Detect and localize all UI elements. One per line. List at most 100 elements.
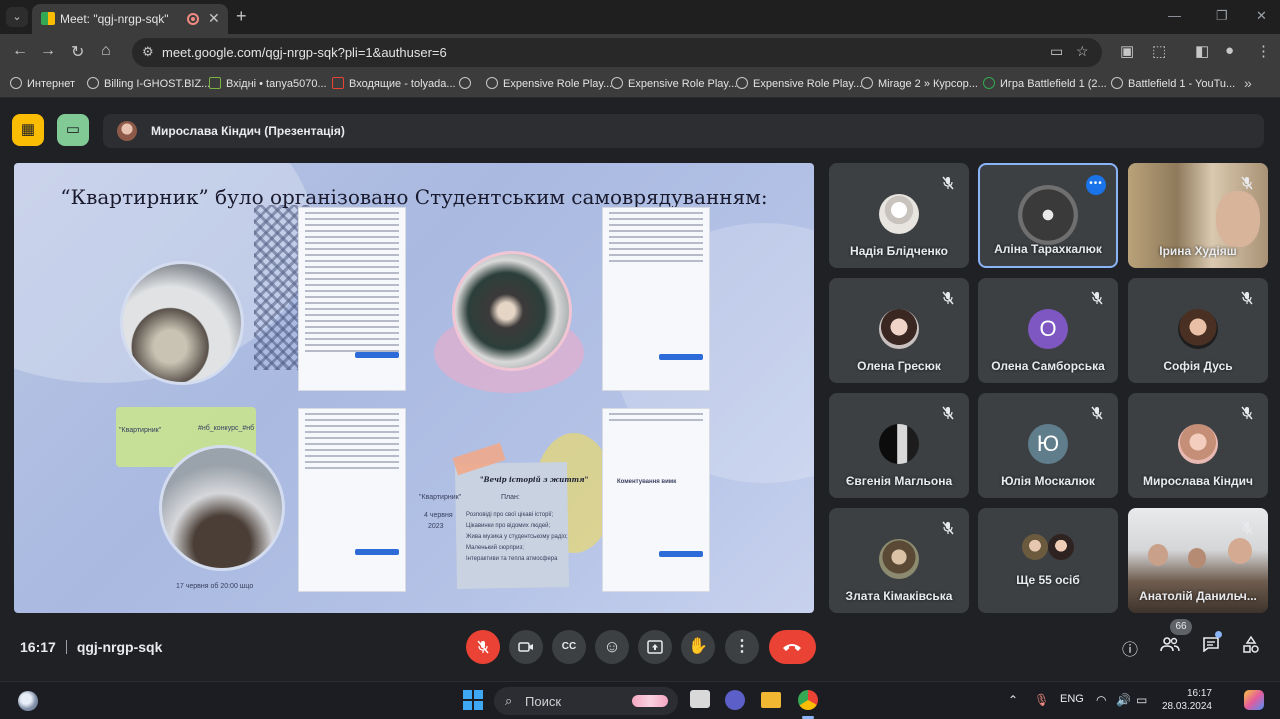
meeting-code: qgj-nrgp-sqk xyxy=(76,639,163,655)
more-options-button[interactable]: ⋮ xyxy=(725,630,759,664)
poster-item: Жива музика у студентському радіо; xyxy=(466,534,568,540)
participant-avatar xyxy=(879,309,919,349)
participant-tile[interactable]: Софія Дусь xyxy=(1128,278,1268,383)
participant-tile[interactable]: Злата Кімаківська xyxy=(829,508,969,613)
participant-tile[interactable]: Ірина Худіяш xyxy=(1128,163,1268,268)
battery-icon[interactable]: ▭ xyxy=(1136,693,1147,707)
wifi-icon[interactable]: ◠ xyxy=(1096,693,1106,707)
layout-icon[interactable]: ▭ xyxy=(57,114,89,146)
microphone-in-use-icon[interactable]: 🎙 xyxy=(1034,693,1049,707)
chat-icon[interactable] xyxy=(1202,636,1220,657)
taskbar-search[interactable]: ⌕ Поиск xyxy=(494,687,678,715)
bookmark-item[interactable]: Billing I-GHOST.BIZ... xyxy=(87,77,210,90)
stop-presenting-icon[interactable]: ▦ xyxy=(12,114,44,146)
comments-label: Коментування вимк xyxy=(617,479,677,485)
event-photo xyxy=(159,445,285,571)
participant-name: Анатолій Данильч... xyxy=(1139,589,1257,603)
new-tab-button[interactable]: + xyxy=(236,6,247,27)
present-button[interactable] xyxy=(638,630,672,664)
meeting-details-icon[interactable]: ⓘ xyxy=(1122,636,1138,660)
tab-search-button[interactable]: ⌄ xyxy=(6,7,28,27)
back-icon[interactable]: ← xyxy=(12,42,28,60)
side-panel-icon[interactable]: ◧ xyxy=(1195,42,1209,60)
more-participants-tile[interactable]: Ще 55 осіб xyxy=(978,508,1118,613)
bookmark-item[interactable]: Интернет xyxy=(10,77,75,90)
camera-icon[interactable]: ▭ xyxy=(1050,43,1063,60)
participant-tile[interactable]: О Олена Самборська xyxy=(978,278,1118,383)
file-explorer-icon[interactable] xyxy=(761,692,781,708)
participant-tile[interactable]: Надія Блідченко xyxy=(829,163,969,268)
raise-hand-button[interactable]: ✋ xyxy=(681,630,715,664)
volume-icon[interactable]: 🔊 xyxy=(1116,693,1131,707)
reload-icon[interactable]: ↻ xyxy=(71,42,84,62)
extensions-icon[interactable]: ⬚ xyxy=(1152,42,1166,60)
bookmark-item[interactable]: Expensive Role Play... xyxy=(611,77,737,90)
weather-icon[interactable] xyxy=(18,691,38,711)
participant-avatar xyxy=(1178,309,1218,349)
tab-title: Meet: "qgj-nrgp-sqk" xyxy=(60,12,169,26)
recording-indicator-icon xyxy=(187,13,199,25)
browser-tab-active[interactable]: Meet: "qgj-nrgp-sqk" ✕ xyxy=(32,4,228,34)
participant-tile[interactable]: Євгенія Магльона xyxy=(829,393,969,498)
bookmark-item[interactable]: Expensive Role Play... xyxy=(486,77,612,90)
participant-tile-selected[interactable]: ••• Аліна Тарахкалюк xyxy=(978,163,1118,268)
chrome-icon[interactable] xyxy=(798,690,818,710)
leave-call-button[interactable] xyxy=(769,630,816,664)
minimize-icon[interactable]: — xyxy=(1168,8,1181,23)
participant-tile[interactable]: Ю Юлія Москалюк xyxy=(978,393,1118,498)
more-options-icon[interactable]: ••• xyxy=(1086,175,1106,195)
poster-item: Маленький сюрприз; xyxy=(466,545,524,551)
language-indicator[interactable]: ENG xyxy=(1060,693,1084,705)
slide-title: “Квартирник” було організовано Студентсь… xyxy=(60,185,768,209)
browser-menu-icon[interactable]: ⋮ xyxy=(1256,42,1271,60)
mic-toggle-button[interactable] xyxy=(466,630,500,664)
tray-overflow-icon[interactable]: ⌃ xyxy=(1008,693,1018,707)
slide-caption: 17 червня об 20:00 шцо xyxy=(176,583,254,590)
bookmark-star-icon[interactable]: ☆ xyxy=(1076,43,1089,60)
tab-close-icon[interactable]: ✕ xyxy=(208,10,220,27)
social-post: Коментування вимк xyxy=(602,408,710,592)
bookmark-item[interactable]: Игра Battlefield 1 (2... xyxy=(983,77,1107,90)
task-view-icon[interactable] xyxy=(690,690,710,708)
mic-off-icon xyxy=(942,406,954,420)
bookmark-item[interactable]: Expensive Role Play... xyxy=(736,77,862,90)
mic-off-icon xyxy=(1091,406,1103,420)
participant-face xyxy=(1228,538,1252,564)
taskbar-clock[interactable]: 16:17 28.03.2024 xyxy=(1160,687,1212,713)
start-button[interactable] xyxy=(463,690,483,710)
camera-toggle-button[interactable] xyxy=(509,630,543,664)
poster-item: Розповіді про свої цікаві історії; xyxy=(466,512,554,518)
video-camera-icon xyxy=(518,642,533,652)
participant-avatar xyxy=(1048,534,1074,560)
site-info-icon[interactable]: ⚙ xyxy=(142,44,154,60)
reactions-button[interactable]: ☺ xyxy=(595,630,629,664)
home-icon[interactable]: ⌂ xyxy=(101,42,111,60)
poster-item: Цікавинки про відомих людей; xyxy=(466,523,551,529)
bookmarks-overflow-icon[interactable]: » xyxy=(1244,75,1252,91)
bookmark-item[interactable]: Battlefield 1 - YouTu... xyxy=(1111,77,1235,90)
participant-name: Юлія Москалюк xyxy=(1001,474,1095,488)
participant-tile[interactable]: Олена Гресюк xyxy=(829,278,969,383)
extension-profile-icon[interactable]: ▣ xyxy=(1120,42,1134,60)
people-icon[interactable] xyxy=(1160,636,1180,657)
bookmark-item[interactable]: Входящие - tolyada... xyxy=(332,77,456,90)
participant-tile[interactable]: Анатолій Данильч... xyxy=(1128,508,1268,613)
forward-icon[interactable]: → xyxy=(40,42,56,60)
window-close-icon[interactable]: ✕ xyxy=(1256,8,1267,24)
teams-icon[interactable] xyxy=(725,690,745,710)
activities-icon[interactable] xyxy=(1242,635,1260,659)
chat-notification-dot xyxy=(1215,631,1222,638)
participant-face xyxy=(1148,544,1168,566)
participant-tile[interactable]: Мирослава Кіндич xyxy=(1128,393,1268,498)
bookmark-item[interactable]: Вхідні • tanya5070... xyxy=(209,77,327,90)
mic-off-icon xyxy=(942,291,954,305)
globe-icon xyxy=(861,77,873,89)
bookmark-item[interactable]: Mirage 2 » Курсор... xyxy=(861,77,978,90)
profile-avatar[interactable]: ● xyxy=(1225,42,1234,59)
bookmark-item[interactable] xyxy=(459,77,476,90)
copilot-icon[interactable] xyxy=(1244,690,1264,710)
captions-button[interactable]: CC xyxy=(552,630,586,664)
restore-icon[interactable]: ❐ xyxy=(1216,8,1228,24)
chat-glyph xyxy=(1203,637,1219,653)
address-bar[interactable]: ⚙ meet.google.com/qgj-nrgp-sqk?pli=1&aut… xyxy=(132,38,1102,67)
